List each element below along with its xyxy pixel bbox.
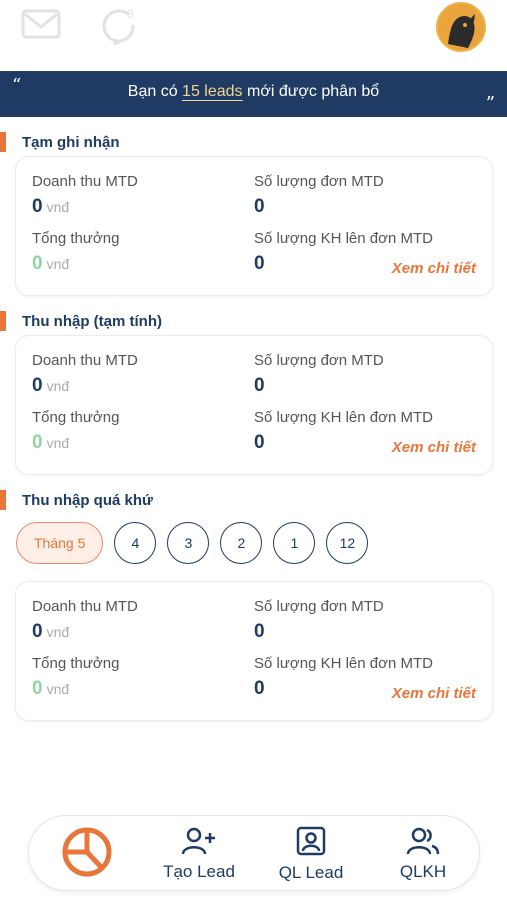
revenue-label: Doanh thu MTD — [32, 598, 138, 615]
section-title-thu-nhap-qua-khu: Thu nhập quá khứ — [0, 489, 153, 511]
orders-value: 0 — [254, 375, 265, 396]
section-accent-bar — [0, 132, 6, 152]
nav-label: QL Lead — [278, 862, 344, 882]
bonus-unit: vnđ — [46, 435, 70, 451]
month-chip[interactable]: 1 — [273, 522, 316, 564]
revenue-unit: vnđ — [46, 624, 70, 640]
orders-label: Số lượng đơn MTD — [254, 598, 384, 615]
bonus-value: 0 vnđ — [32, 253, 70, 274]
customers-label: Số lượng KH lên đơn MTD — [254, 409, 433, 426]
view-detail-link[interactable]: Xem chi tiết — [392, 260, 476, 277]
bonus-value: 0 vnđ — [32, 678, 70, 699]
orders-value: 0 — [254, 621, 265, 642]
pie-chart-icon — [61, 826, 113, 883]
banner-suffix: mới được phân bổ — [247, 83, 380, 100]
close-quote: ” — [485, 93, 495, 114]
section-title-thu-nhap-tam-tinh: Thu nhập (tạm tính) — [0, 310, 162, 332]
chat-notification-icon[interactable]: 3 — [98, 6, 140, 51]
users-icon — [406, 827, 440, 860]
leads-banner[interactable]: “ Bạn có 15 leads mới được phân bổ ” — [0, 71, 507, 117]
section-title-text: Thu nhập quá khứ — [22, 491, 153, 509]
bonus-unit: vnđ — [46, 681, 70, 697]
banner-prefix: Bạn có — [127, 83, 178, 100]
stats-card-thu-nhap-tam-tinh: Doanh thu MTD 0 vnđ Số lượng đơn MTD 0 Tổ… — [15, 335, 493, 475]
view-detail-link[interactable]: Xem chi tiết — [392, 439, 476, 456]
customers-label: Số lượng KH lên đơn MTD — [254, 230, 433, 247]
add-user-icon — [181, 827, 217, 860]
bonus-label: Tổng thưởng — [32, 655, 120, 672]
bonus-value: 0 vnđ — [32, 432, 70, 453]
avatar[interactable] — [436, 2, 486, 52]
month-chip[interactable]: 4 — [114, 522, 157, 564]
revenue-unit: vnđ — [46, 378, 70, 394]
banner-leads-count[interactable]: 15 leads — [182, 83, 243, 101]
section-accent-bar — [0, 490, 6, 510]
nav-label: Tạo Lead — [163, 861, 235, 881]
nav-label: QLKH — [399, 861, 447, 881]
customers-label: Số lượng KH lên đơn MTD — [254, 655, 433, 672]
orders-label: Số lượng đơn MTD — [254, 173, 384, 190]
nav-dashboard[interactable] — [59, 816, 115, 892]
revenue-unit: vnđ — [46, 199, 70, 215]
section-title-text: Thu nhập (tạm tính) — [22, 312, 162, 330]
month-chip-selected[interactable]: Tháng 5 — [16, 522, 104, 564]
mail-icon[interactable] — [21, 8, 61, 45]
nav-create-lead[interactable]: Tạo Lead — [157, 816, 241, 892]
contact-card-icon — [296, 826, 326, 861]
nav-manage-customers[interactable]: QLKH — [387, 816, 459, 892]
month-selector: Tháng 5 4 3 2 1 12 — [16, 522, 369, 564]
revenue-value: 0 vnđ — [32, 196, 70, 217]
bonus-label: Tổng thưởng — [32, 230, 120, 247]
bonus-label: Tổng thưởng — [32, 409, 120, 426]
revenue-label: Doanh thu MTD — [32, 173, 138, 190]
bonus-unit: vnđ — [46, 256, 70, 272]
orders-value: 0 — [254, 196, 265, 217]
top-bar: 3 — [0, 0, 507, 70]
banner-message: Bạn có 15 leads mới được phân bổ — [0, 83, 507, 101]
month-chip[interactable]: 12 — [326, 522, 369, 564]
view-detail-link[interactable]: Xem chi tiết — [392, 685, 476, 702]
stats-card-thu-nhap-qua-khu: Doanh thu MTD 0 vnđ Số lượng đơn MTD 0 Tổ… — [15, 581, 493, 721]
svg-text:3: 3 — [127, 7, 134, 21]
section-accent-bar — [0, 311, 6, 331]
stats-card-tam-ghi-nhan: Doanh thu MTD 0 vnđ Số lượng đơn MTD 0 Tổ… — [15, 156, 493, 296]
revenue-value: 0 vnđ — [32, 621, 70, 642]
section-title-tam-ghi-nhan: Tạm ghi nhận — [0, 131, 120, 153]
bottom-navigation: Tạo Lead QL Lead QLKH — [28, 815, 480, 891]
month-chip[interactable]: 3 — [167, 522, 210, 564]
section-title-text: Tạm ghi nhận — [22, 133, 120, 151]
revenue-value: 0 vnđ — [32, 375, 70, 396]
nav-manage-lead[interactable]: QL Lead — [269, 816, 353, 892]
month-chip[interactable]: 2 — [220, 522, 263, 564]
orders-label: Số lượng đơn MTD — [254, 352, 384, 369]
revenue-label: Doanh thu MTD — [32, 352, 138, 369]
